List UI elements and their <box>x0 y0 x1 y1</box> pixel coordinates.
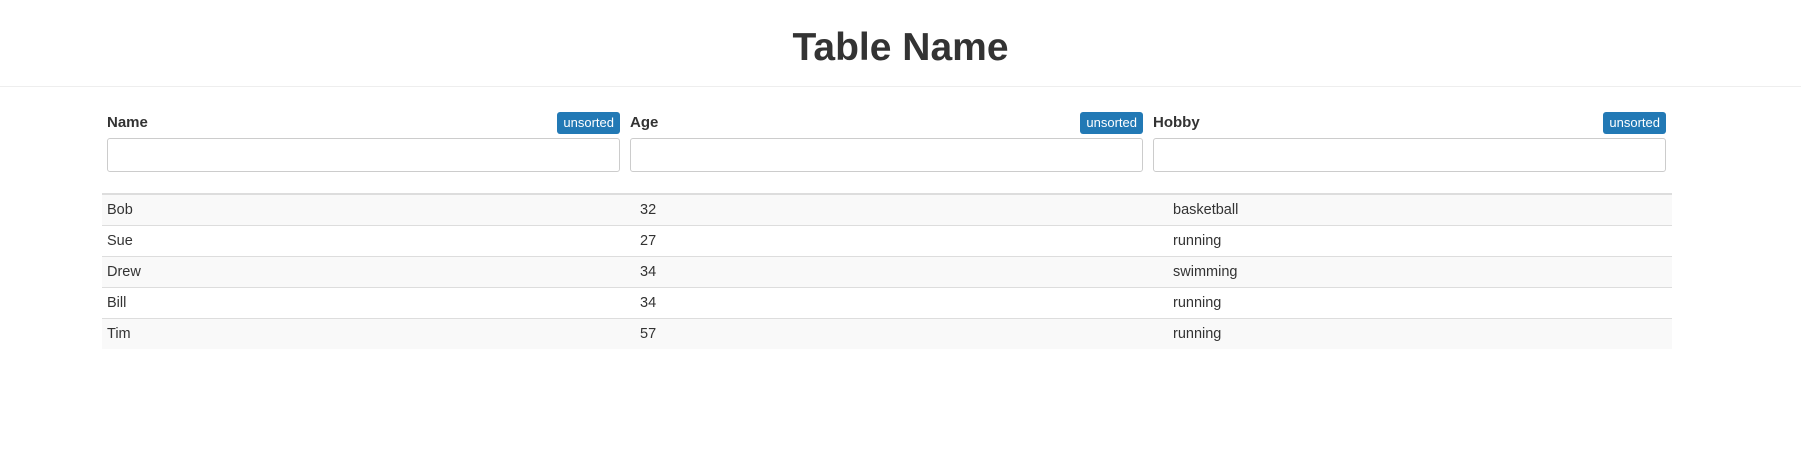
cell-age: 34 <box>625 287 1158 319</box>
data-table: Bob 32 basketball Sue 27 running Drew 34… <box>102 195 1672 349</box>
column-header-name: Name unsorted <box>107 110 620 192</box>
cell-name: Tim <box>102 318 625 349</box>
page-header: Table Name <box>0 0 1801 87</box>
table-row: Sue 27 running <box>102 225 1672 257</box>
column-label-name: Name <box>107 114 148 131</box>
table-row: Bill 34 running <box>102 287 1672 319</box>
data-table-container: Name unsorted Age unsorted Hobby unsorte… <box>102 110 1672 349</box>
cell-hobby: running <box>1158 287 1672 319</box>
cell-name: Bob <box>102 195 625 226</box>
cell-name: Sue <box>102 225 625 257</box>
cell-age: 57 <box>625 318 1158 349</box>
cell-age: 27 <box>625 225 1158 257</box>
column-header-row: Name unsorted Age unsorted Hobby unsorte… <box>102 110 1672 192</box>
sort-toggle-age[interactable]: unsorted <box>1080 112 1143 134</box>
cell-hobby: running <box>1158 318 1672 349</box>
cell-hobby: basketball <box>1158 195 1672 226</box>
filter-input-name[interactable] <box>107 138 620 172</box>
table-row: Drew 34 swimming <box>102 256 1672 288</box>
column-header-age: Age unsorted <box>630 110 1143 192</box>
filter-input-age[interactable] <box>630 138 1143 172</box>
filter-input-hobby[interactable] <box>1153 138 1666 172</box>
column-header-hobby: Hobby unsorted <box>1153 110 1666 192</box>
cell-age: 32 <box>625 195 1158 226</box>
sort-toggle-hobby[interactable]: unsorted <box>1603 112 1666 134</box>
sort-toggle-name[interactable]: unsorted <box>557 112 620 134</box>
column-label-age: Age <box>630 114 659 131</box>
table-row: Bob 32 basketball <box>102 195 1672 226</box>
cell-age: 34 <box>625 256 1158 288</box>
page-title: Table Name <box>792 26 1009 69</box>
cell-hobby: running <box>1158 225 1672 257</box>
cell-name: Drew <box>102 256 625 288</box>
table-row: Tim 57 running <box>102 318 1672 349</box>
cell-name: Bill <box>102 287 625 319</box>
cell-hobby: swimming <box>1158 256 1672 288</box>
column-label-hobby: Hobby <box>1153 114 1200 131</box>
